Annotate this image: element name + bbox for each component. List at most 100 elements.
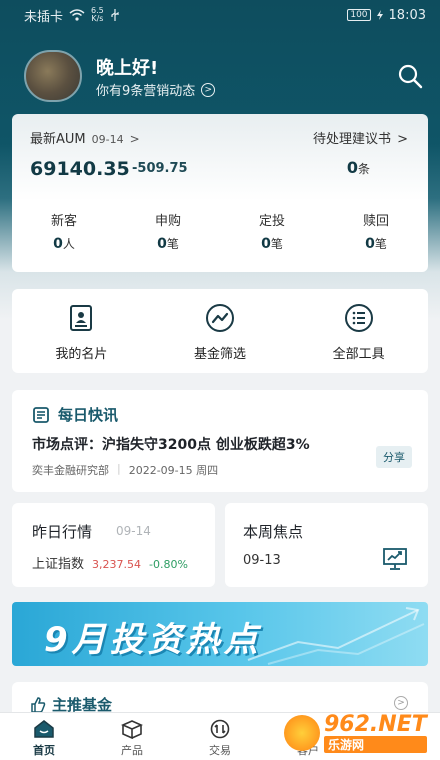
chevron-right-icon[interactable]: >: [394, 696, 408, 710]
pending-count-value: 0: [346, 158, 358, 177]
aum-change: -509.75: [132, 161, 188, 176]
news-date: 2022-09-15 周四: [128, 464, 219, 477]
market-date: 09-14: [116, 524, 151, 538]
stat-unit: 笔: [270, 237, 283, 251]
trade-icon: [210, 719, 230, 739]
stat-label: 申购: [154, 214, 181, 229]
charging-icon: [376, 10, 383, 20]
wifi-icon: [69, 9, 85, 21]
tools-card: 我的名片 基金筛选 全部工具: [12, 289, 428, 373]
speed-unit: K/s: [91, 14, 104, 23]
index-change: -0.80%: [149, 558, 188, 571]
marketing-updates-text: 你有9条营销动态: [96, 84, 196, 99]
stat-value: 0笔: [116, 235, 220, 252]
pending-count: 0条: [347, 158, 370, 177]
status-left: 未插卡 6.5 K/s: [24, 6, 120, 25]
weekly-focus-card[interactable]: 本周焦点 09-13: [225, 503, 428, 587]
stat-label: 赎回: [362, 214, 389, 229]
clock: 18:03: [388, 7, 426, 23]
stats-row: 新客 0人 申购 0笔 定投 0笔 赎回 0笔: [12, 210, 428, 252]
tool-my-card[interactable]: 我的名片: [12, 289, 151, 373]
carrier-text: 未插卡: [24, 9, 64, 25]
aum-label: 最新AUM: [30, 132, 86, 147]
usb-icon: [111, 9, 119, 21]
business-card-icon: [70, 305, 93, 331]
box-icon: [121, 720, 143, 739]
stat-unit: 人: [62, 237, 75, 251]
pending-label: 待处理建议书: [312, 132, 391, 147]
tab-trade[interactable]: 交易: [176, 713, 264, 760]
watermark-text: 962.NET 乐游网: [324, 711, 427, 753]
tool-fund-filter[interactable]: 基金筛选: [151, 289, 290, 373]
trend-chart-icon: [206, 304, 234, 332]
tab-label: 交易: [209, 744, 231, 757]
stat-subscriptions[interactable]: 申购 0笔: [116, 210, 220, 252]
index-name: 上证指数: [32, 557, 85, 572]
stat-number: 0: [261, 236, 271, 252]
stat-label: 定投: [258, 214, 285, 229]
status-bar: 未插卡 6.5 K/s 100 18:03: [0, 0, 440, 30]
chevron-right-icon: >: [397, 132, 408, 147]
watermark-logo: [284, 715, 320, 751]
greeting-text: 晚上好!: [96, 58, 159, 79]
news-source: 奕丰金融研究部: [32, 464, 109, 477]
market-index-row: 上证指数 3,237.54 -0.80%: [32, 553, 188, 572]
list-icon: [344, 304, 373, 332]
stat-value: 0笔: [324, 235, 428, 252]
stat-fixed-investment[interactable]: 定投 0笔: [220, 210, 324, 252]
tab-label: 产品: [121, 744, 143, 757]
investment-hotspot-banner[interactable]: 9月投资热点: [12, 602, 428, 666]
market-card[interactable]: 昨日行情 09-14 上证指数 3,237.54 -0.80%: [12, 503, 215, 587]
battery-icon: 100: [347, 9, 371, 21]
share-button[interactable]: 分享: [376, 446, 412, 468]
news-icon: [33, 406, 49, 423]
stat-number: 0: [157, 236, 167, 252]
stat-value: 0人: [12, 235, 116, 252]
focus-title: 本周焦点: [243, 523, 304, 541]
stat-number: 0: [53, 236, 63, 252]
tab-home[interactable]: 首页: [0, 713, 88, 760]
news-title[interactable]: 市场点评：沪指失守3200点 创业板跌超3%: [32, 434, 310, 454]
tab-label: 首页: [33, 744, 55, 757]
focus-date: 09-13: [243, 553, 281, 568]
pending-count-unit: 条: [357, 162, 370, 176]
chevron-right-icon: >: [129, 132, 140, 146]
tool-all-tools[interactable]: 全部工具: [289, 289, 428, 373]
watermark-site-name: 乐游网: [324, 735, 427, 753]
daily-news-card[interactable]: 每日快讯 市场点评：沪指失守3200点 创业板跌超3% 奕丰金融研究部 | 20…: [12, 390, 428, 492]
watermark-domain: 962.NET: [324, 711, 427, 737]
home-icon: [34, 720, 54, 738]
chevron-right-icon: >: [201, 82, 216, 97]
aum-card: 最新AUM 09-14 > 69140.35 -509.75 待处理建议书 > …: [12, 114, 428, 272]
news-header: 每日快讯: [32, 404, 118, 425]
meta-divider: |: [117, 462, 121, 475]
index-value: 3,237.54: [92, 558, 141, 571]
aum-value: 69140.35: [30, 158, 130, 180]
aum-date: 09-14: [91, 133, 124, 146]
status-right: 100 18:03: [347, 8, 426, 23]
banner-text: 9月投资热点: [44, 620, 262, 660]
stat-label: 新客: [50, 214, 77, 229]
tool-label: 我的名片: [55, 347, 108, 362]
stat-value: 0笔: [220, 235, 324, 252]
stat-unit: 笔: [166, 237, 179, 251]
pending-proposals-link[interactable]: 待处理建议书 >: [313, 128, 408, 147]
tool-label: 全部工具: [332, 347, 385, 362]
site-watermark: 962.NET 乐游网: [284, 710, 434, 756]
avatar[interactable]: [24, 50, 82, 102]
marketing-updates-link[interactable]: 你有9条营销动态 >: [96, 80, 216, 99]
tool-label: 基金筛选: [194, 347, 247, 362]
network-speed: 6.5 K/s: [91, 7, 104, 23]
aum-header-link[interactable]: 最新AUM 09-14 >: [30, 128, 140, 147]
stat-redemptions[interactable]: 赎回 0笔: [324, 210, 428, 252]
thumbs-up-icon: [31, 696, 46, 713]
news-meta: 奕丰金融研究部 | 2022-09-15 周四: [32, 462, 218, 478]
tab-products[interactable]: 产品: [88, 713, 176, 760]
stat-new-customers[interactable]: 新客 0人: [12, 210, 116, 252]
presentation-chart-icon: [383, 548, 407, 570]
stat-unit: 笔: [374, 237, 387, 251]
stat-number: 0: [365, 236, 375, 252]
market-title: 昨日行情: [32, 523, 93, 541]
search-icon[interactable]: [396, 62, 424, 90]
news-header-label: 每日快讯: [58, 406, 119, 424]
